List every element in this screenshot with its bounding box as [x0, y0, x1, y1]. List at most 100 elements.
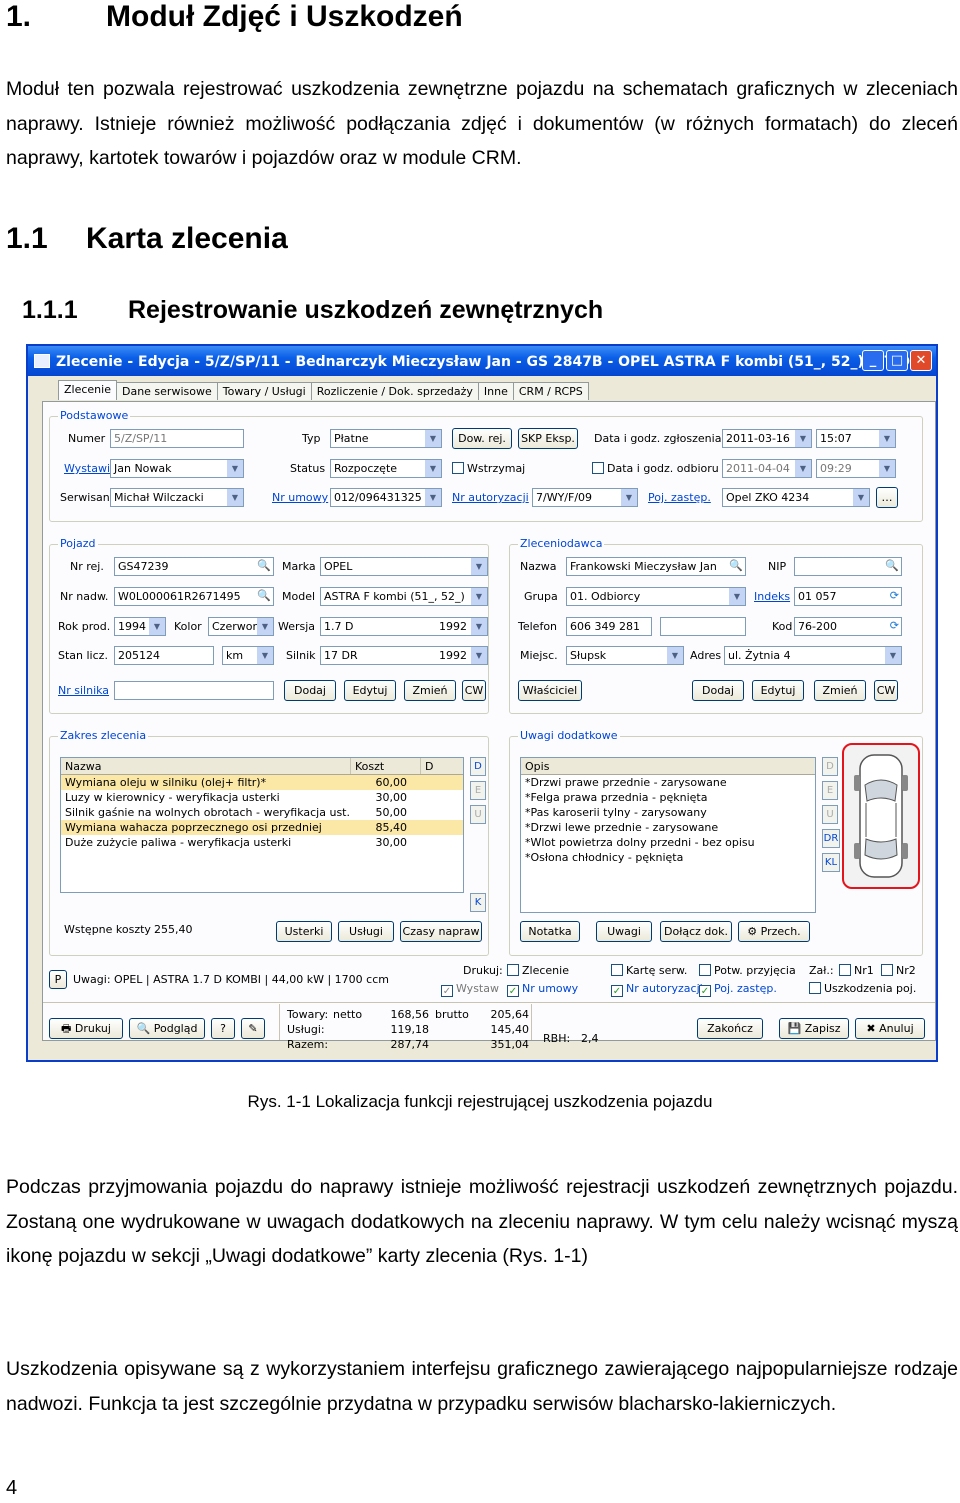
uwagi-u-button[interactable]: U	[822, 805, 838, 824]
nr-rej-field[interactable]: GS47239 🔍	[114, 557, 274, 576]
typ-select[interactable]: Płatne	[330, 429, 442, 448]
list-item[interactable]: *Drzwi lewe przednie - zarysowane	[521, 820, 815, 835]
uwagi-dr-button[interactable]: DR	[822, 829, 840, 848]
wystaw-checkbox[interactable]: ✓ Wystaw	[441, 982, 499, 997]
model-select[interactable]: ASTRA F kombi (51_, 52_)	[320, 587, 488, 606]
kolor-select[interactable]: Czerwon	[208, 617, 274, 636]
zlec-cw-button[interactable]: CW	[874, 680, 898, 701]
list-item[interactable]: Silnik gaśnie na wolnych obrotach - wery…	[61, 805, 463, 820]
data-zgloszenia-field[interactable]: 2011-03-16	[722, 429, 812, 448]
col-koszt[interactable]: Koszt	[351, 758, 421, 774]
nip-search-icon[interactable]: 🔍	[885, 559, 899, 572]
dolacz-dok-button[interactable]: Dołącz dok.	[660, 921, 732, 942]
col-d[interactable]: D	[421, 758, 461, 774]
zapisz-button[interactable]: 💾 Zapisz	[779, 1018, 849, 1039]
uslugi-button[interactable]: Usługi	[338, 921, 394, 942]
close-button[interactable]: ✕	[910, 350, 932, 371]
stan-licz-field[interactable]: 205124	[114, 646, 214, 665]
tools-button[interactable]: ✎	[241, 1018, 265, 1039]
wystawil-label[interactable]: Wystawił	[64, 462, 113, 475]
nr-umowy-label[interactable]: Nr umowy	[272, 491, 328, 504]
data-odbioru-field[interactable]: 2011-04-04	[722, 459, 812, 478]
wersja-select[interactable]: 1.7 D 1992	[320, 617, 488, 636]
wlasciciel-button[interactable]: Właściciel	[518, 680, 582, 701]
list-item[interactable]: *Pas karoserii tylny - zarysowany	[521, 805, 815, 820]
numer-field[interactable]: 5/Z/SP/11	[110, 429, 244, 448]
tab-rozliczenie[interactable]: Rozliczenie / Dok. sprzedaży	[310, 382, 479, 400]
wystawil-select[interactable]: Jan Nowak	[110, 459, 244, 478]
uwagi-kl-button[interactable]: KL	[822, 853, 840, 872]
przech-button[interactable]: ⚙ Przech.	[738, 921, 810, 942]
godz-odbioru-field[interactable]: 09:29	[816, 459, 896, 478]
potw-przyjecia-checkbox[interactable]: Potw. przyjęcia	[699, 964, 796, 977]
nr1-checkbox[interactable]: Nr1	[839, 964, 874, 977]
col-opis[interactable]: Opis	[521, 758, 811, 774]
list-item[interactable]: *Wlot powietrza dolny przedni - bez opis…	[521, 835, 815, 850]
notatka-button[interactable]: Notatka	[520, 921, 580, 942]
pojazd-edytuj-button[interactable]: Edytuj	[344, 680, 396, 701]
col-nazwa[interactable]: Nazwa	[61, 758, 351, 774]
godz-zgloszenia-field[interactable]: 15:07	[816, 429, 896, 448]
nr-rej-search-icon[interactable]: 🔍	[257, 559, 271, 572]
data-odbioru-checkbox[interactable]: Data i godz. odbioru	[592, 462, 719, 475]
list-item[interactable]: Wymiana oleju w silniku (olej+ filtr)* 60…	[61, 775, 463, 790]
uszkodzenia-checkbox[interactable]: Uszkodzenia poj.	[809, 982, 916, 995]
nr-autoryzacji-select[interactable]: 7/WY/F/09	[532, 488, 638, 507]
skp-eksp-button[interactable]: SKP Eksp.	[518, 428, 578, 449]
vehicle-damage-icon[interactable]	[842, 743, 920, 889]
kod-field[interactable]: 76-200 ⟳	[794, 617, 902, 636]
zakres-u-button[interactable]: U	[470, 805, 486, 824]
nr-autoryzacji-label[interactable]: Nr autoryzacji	[452, 491, 529, 504]
zlec-zmien-button[interactable]: Zmień	[814, 680, 866, 701]
refresh-icon[interactable]: ⟳	[890, 589, 899, 602]
zlecenie-checkbox[interactable]: Zlecenie	[507, 964, 569, 977]
wstrzymaj-checkbox[interactable]: Wstrzymaj	[452, 462, 525, 475]
jednostka-select[interactable]: km	[222, 646, 274, 665]
adres-select[interactable]: ul. Żytnia 4	[724, 646, 902, 665]
tab-crm[interactable]: CRM / RCPS	[512, 382, 589, 400]
anuluj-button[interactable]: ✖ Anuluj	[855, 1018, 925, 1039]
zakres-e-button[interactable]: E	[470, 781, 486, 800]
podglad-button[interactable]: 🔍 Podgląd	[129, 1018, 205, 1039]
list-item[interactable]: *Osłona chłodnicy - pęknięta	[521, 850, 815, 865]
drukuj-button[interactable]: 🖶 Drukuj	[49, 1018, 123, 1039]
nr2-checkbox[interactable]: Nr2	[881, 964, 916, 977]
list-item[interactable]: Luzy w kierownicy - weryfikacja usterki 3…	[61, 790, 463, 805]
list-item[interactable]: Wymiana wahacza poprzecznego osi przedni…	[61, 820, 463, 835]
zakres-d-button[interactable]: D	[470, 757, 486, 776]
poj-zastep-label[interactable]: Poj. zastęp.	[648, 491, 711, 504]
nr-umowy-select[interactable]: 012/096431325	[330, 488, 442, 507]
nip-field[interactable]: 🔍	[794, 557, 902, 576]
p-button[interactable]: P	[49, 970, 67, 989]
poj-zastep-select[interactable]: Opel ZKO 4234	[722, 488, 870, 507]
tab-dane-serwisowe[interactable]: Dane serwisowe	[115, 382, 218, 400]
nr-nadw-field[interactable]: W0L000061R2671495 🔍	[114, 587, 274, 606]
nr-nadw-search-icon[interactable]: 🔍	[257, 589, 271, 602]
tab-inne[interactable]: Inne	[477, 382, 514, 400]
zlec-edytuj-button[interactable]: Edytuj	[752, 680, 804, 701]
kod-refresh-icon[interactable]: ⟳	[890, 619, 899, 632]
rok-prod-select[interactable]: 1994	[114, 617, 166, 636]
nazwa-field[interactable]: Frankowski Mieczysław Jan 🔍	[566, 557, 746, 576]
grupa-select[interactable]: 01. Odbiorcy	[566, 587, 746, 606]
tab-towary-uslugi[interactable]: Towary / Usługi	[216, 382, 312, 400]
telefon2-field[interactable]	[660, 617, 746, 636]
nr-silnika-field[interactable]	[114, 681, 274, 700]
czasy-napraw-button[interactable]: Czasy napraw	[400, 921, 482, 942]
indeks-field[interactable]: 01 057 ⟳	[794, 587, 902, 606]
zakres-k-button[interactable]: K	[470, 893, 486, 912]
marka-select[interactable]: OPEL	[320, 557, 488, 576]
nr-autoryzacji-checkbox[interactable]: ✓ Nr autoryzacji	[611, 982, 703, 997]
serwisant-select[interactable]: Michał Wilczacki	[110, 488, 244, 507]
pojazd-dodaj-button[interactable]: Dodaj	[284, 680, 336, 701]
pojazd-zmien-button[interactable]: Zmień	[404, 680, 456, 701]
poj-zastep-more-button[interactable]: …	[876, 487, 898, 508]
pojazd-cw-button[interactable]: CW	[462, 680, 486, 701]
nr-umowy-checkbox[interactable]: ✓ Nr umowy	[507, 982, 578, 997]
miejsc-select[interactable]: Słupsk	[566, 646, 684, 665]
list-item[interactable]: *Felga prawa przednia - pęknięta	[521, 790, 815, 805]
help-button[interactable]: ?	[211, 1018, 235, 1039]
dow-rej-button[interactable]: Dow. rej.	[452, 428, 512, 449]
indeks-label[interactable]: Indeks	[754, 590, 790, 603]
status-select[interactable]: Rozpoczęte	[330, 459, 442, 478]
